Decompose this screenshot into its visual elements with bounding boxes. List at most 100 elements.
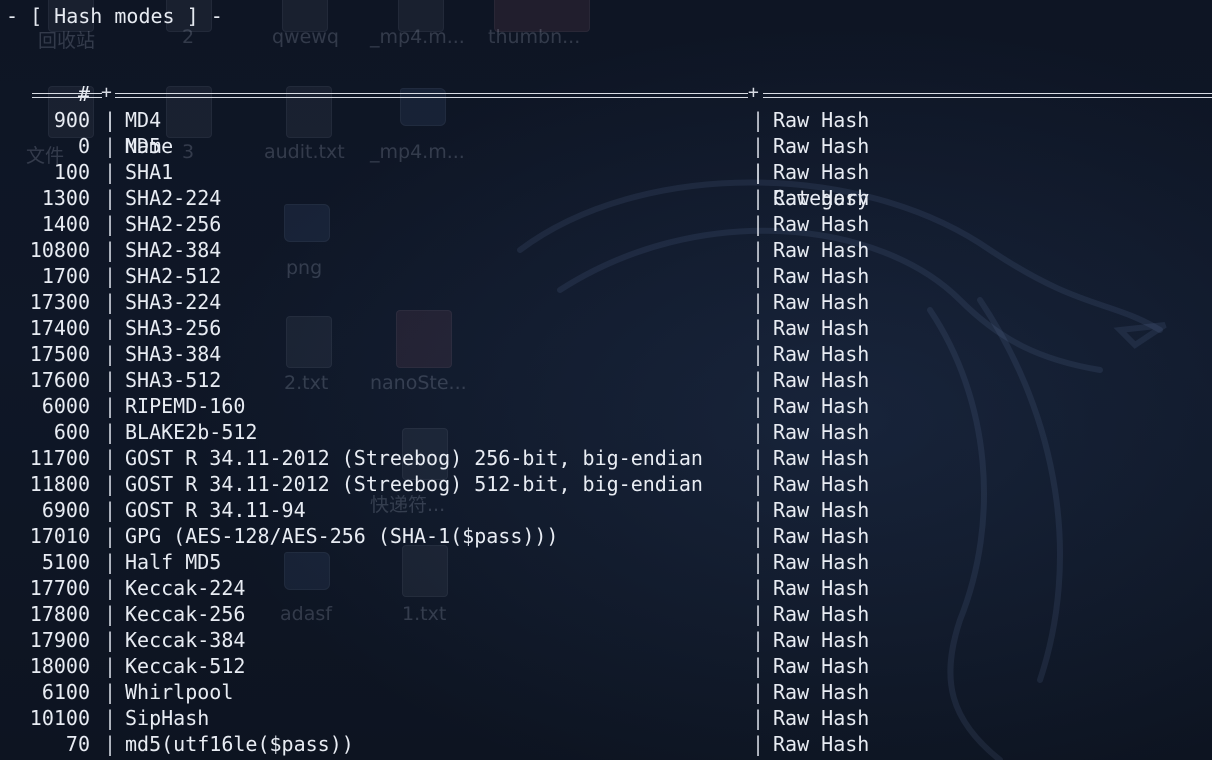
table-row: 600 | BLAKE2b-512 | Raw Hash — [0, 419, 1212, 445]
hash-mode-name: md5(utf16le($pass)) — [125, 732, 354, 756]
column-separator: | — [104, 498, 117, 522]
hash-mode-number: 1300 — [41, 186, 90, 210]
table-row: 10100 | SipHash | Raw Hash — [0, 705, 1212, 731]
hash-mode-name: Keccak-224 — [125, 576, 246, 600]
column-separator: | — [752, 264, 765, 288]
column-separator: | — [752, 342, 765, 366]
hash-mode-name: SHA2-512 — [125, 264, 222, 288]
column-separator: | — [104, 446, 117, 470]
column-separator: | — [104, 706, 117, 730]
table-row: 17400 | SHA3-256 | Raw Hash — [0, 315, 1212, 341]
hash-mode-category: Raw Hash — [773, 550, 870, 574]
table-row: 1300 | SHA2-224 | Raw Hash — [0, 185, 1212, 211]
hash-mode-category: Raw Hash — [773, 498, 870, 522]
hash-mode-number: 17800 — [29, 602, 90, 626]
column-separator: | — [752, 134, 765, 158]
hash-mode-number: 17500 — [29, 342, 90, 366]
hash-mode-category: Raw Hash — [773, 654, 870, 678]
hash-mode-category: Raw Hash — [773, 576, 870, 600]
column-separator: | — [752, 420, 765, 444]
hash-mode-category: Raw Hash — [773, 368, 870, 392]
column-separator: | — [104, 654, 117, 678]
hash-mode-number: 17600 — [29, 368, 90, 392]
hash-mode-category: Raw Hash — [773, 524, 870, 548]
hash-mode-name: RIPEMD-160 — [125, 394, 246, 418]
hash-mode-number: 18000 — [29, 654, 90, 678]
hash-mode-number: 0 — [77, 134, 90, 158]
column-separator: | — [752, 446, 765, 470]
hash-mode-name: SHA3-224 — [125, 290, 222, 314]
table-row: 6100 | Whirlpool | Raw Hash — [0, 679, 1212, 705]
hash-mode-number: 17300 — [29, 290, 90, 314]
hash-mode-category: Raw Hash — [773, 394, 870, 418]
hash-mode-number: 11800 — [29, 472, 90, 496]
column-separator: | — [104, 524, 117, 548]
hash-mode-category: Raw Hash — [773, 212, 870, 236]
column-separator: | — [752, 160, 765, 184]
hash-mode-number: 5100 — [41, 550, 90, 574]
column-separator: | — [752, 550, 765, 574]
hash-mode-number: 17010 — [29, 524, 90, 548]
column-separator: | — [104, 316, 117, 340]
column-separator: | — [752, 212, 765, 236]
hash-mode-name: Keccak-512 — [125, 654, 246, 678]
hash-mode-number: 17700 — [29, 576, 90, 600]
table-row: 17800 | Keccak-256 | Raw Hash — [0, 601, 1212, 627]
column-separator: | — [752, 368, 765, 392]
hash-mode-category: Raw Hash — [773, 628, 870, 652]
hash-mode-category: Raw Hash — [773, 186, 870, 210]
column-separator: | — [752, 654, 765, 678]
table-row: 1400 | SHA2-256 | Raw Hash — [0, 211, 1212, 237]
column-separator: | — [752, 472, 765, 496]
hash-mode-category: Raw Hash — [773, 420, 870, 444]
hash-mode-name: SHA2-384 — [125, 238, 222, 262]
column-separator: | — [752, 706, 765, 730]
hash-mode-name: Whirlpool — [125, 680, 234, 704]
table-row: 17600 | SHA3-512 | Raw Hash — [0, 367, 1212, 393]
hash-mode-name: GPG (AES-128/AES-256 (SHA-1($pass))) — [125, 524, 559, 548]
hash-mode-number: 11700 — [29, 446, 90, 470]
hash-mode-number: 17400 — [29, 316, 90, 340]
column-separator: | — [752, 316, 765, 340]
table-row: 11700 | GOST R 34.11-2012 (Streebog) 256-b… — [0, 445, 1212, 471]
column-separator: | — [104, 108, 117, 132]
hash-mode-name: SHA2-256 — [125, 212, 222, 236]
column-separator: | — [752, 108, 765, 132]
hash-mode-category: Raw Hash — [773, 680, 870, 704]
hash-mode-name: SHA2-224 — [125, 186, 222, 210]
hash-mode-name: SipHash — [125, 706, 210, 730]
hash-mode-number: 100 — [53, 160, 90, 184]
column-separator: | — [752, 498, 765, 522]
column-separator: | — [752, 524, 765, 548]
terminal-window[interactable]: - [ Hash modes ] - # | Name | Category +… — [0, 0, 1212, 760]
column-separator: | — [104, 628, 117, 652]
table-row: 17010 | GPG (AES-128/AES-256 (SHA-1($pass)… — [0, 523, 1212, 549]
hash-mode-number: 900 — [53, 108, 90, 132]
table-row: 17500 | SHA3-384 | Raw Hash — [0, 341, 1212, 367]
hash-mode-category: Raw Hash — [773, 108, 870, 132]
hash-mode-name: GOST R 34.11-2012 (Streebog) 256-bit, bi… — [125, 446, 703, 470]
column-separator: | — [752, 290, 765, 314]
hash-mode-number: 70 — [65, 732, 90, 756]
hash-mode-category: Raw Hash — [773, 706, 870, 730]
hash-mode-category: Raw Hash — [773, 160, 870, 184]
column-separator: | — [104, 550, 117, 574]
hash-mode-name: Keccak-256 — [125, 602, 246, 626]
hash-mode-category: Raw Hash — [773, 602, 870, 626]
table-row: 6000 | RIPEMD-160 | Raw Hash — [0, 393, 1212, 419]
hash-mode-number: 6000 — [41, 394, 90, 418]
column-separator: | — [752, 732, 765, 756]
hash-mode-category: Raw Hash — [773, 134, 870, 158]
rule-segment — [32, 93, 102, 98]
column-separator: | — [752, 628, 765, 652]
table-row: 17700 | Keccak-224 | Raw Hash — [0, 575, 1212, 601]
column-separator: | — [104, 264, 117, 288]
hash-mode-number: 600 — [53, 420, 90, 444]
hash-mode-number: 10800 — [29, 238, 90, 262]
table-row: 900 | MD4 | Raw Hash — [0, 107, 1212, 133]
column-separator: | — [104, 732, 117, 756]
column-separator: | — [104, 602, 117, 626]
hash-mode-number: 6100 — [41, 680, 90, 704]
column-separator: | — [104, 472, 117, 496]
column-separator: | — [752, 238, 765, 262]
